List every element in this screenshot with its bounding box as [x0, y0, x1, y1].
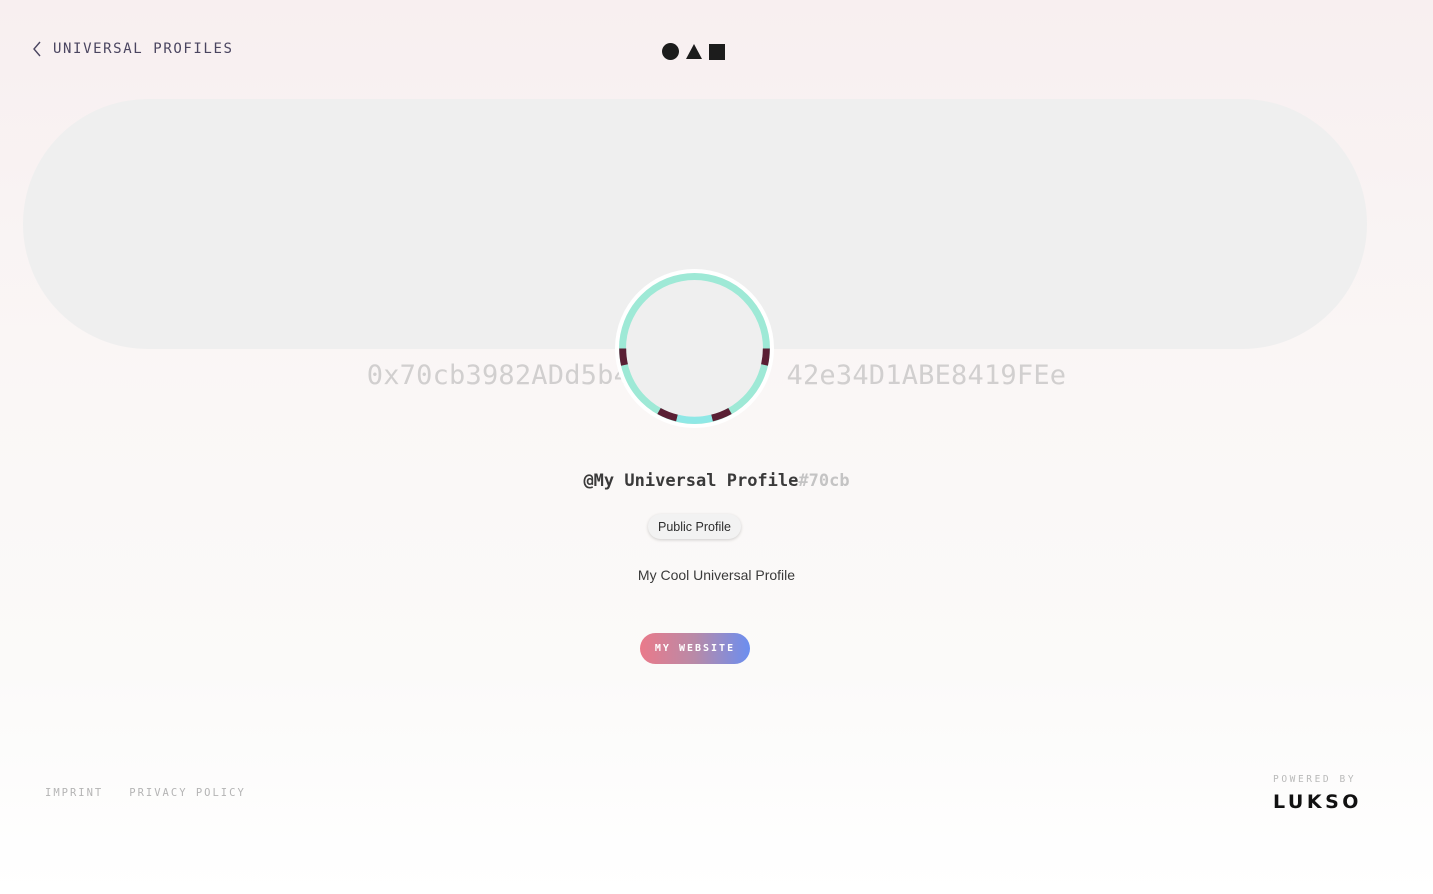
powered-by-lukso[interactable]: POWERED BY LUKSO	[1273, 774, 1363, 813]
handle-name: @My Universal Profile	[583, 471, 799, 491]
profile-description: My Cool Universal Profile	[637, 567, 796, 583]
footer-links: IMPRINT PRIVACY POLICY	[45, 787, 246, 799]
address-start: 0x70cb3982ADd5b4B	[366, 360, 647, 391]
powered-by-label: POWERED BY	[1273, 774, 1357, 785]
profile-handle: @My Universal Profile#70cb	[0, 471, 1433, 491]
handle-suffix: #70cb	[798, 471, 850, 491]
public-profile-badge: Public Profile	[648, 514, 741, 539]
back-to-universal-profiles-link[interactable]: UNIVERSAL PROFILES	[31, 38, 234, 60]
privacy-policy-link[interactable]: PRIVACY POLICY	[129, 787, 246, 799]
chevron-left-icon	[33, 41, 41, 57]
back-link-label: UNIVERSAL PROFILES	[53, 41, 234, 57]
avatar-identicon-ring	[619, 273, 770, 424]
square-icon	[709, 43, 725, 60]
circle-icon	[662, 43, 679, 60]
my-website-button[interactable]: MY WEBSITE	[640, 633, 750, 664]
lukso-logo: LUKSO	[1273, 791, 1362, 813]
triangle-icon	[686, 44, 702, 59]
app-logo	[662, 43, 730, 60]
imprint-link[interactable]: IMPRINT	[45, 787, 103, 799]
address-end: 42e34D1ABE8419FEe	[786, 360, 1067, 391]
profile-avatar[interactable]	[615, 269, 774, 428]
